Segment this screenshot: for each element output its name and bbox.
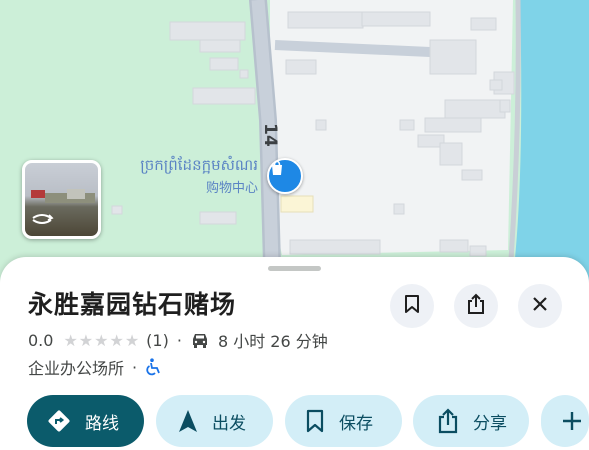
rotate-360-icon (32, 214, 54, 224)
poi-label-chinese[interactable]: 购物中心 (206, 177, 258, 196)
save-bookmark-button[interactable] (390, 284, 434, 328)
directions-button[interactable]: 路线 (27, 395, 144, 447)
bookmark-icon (403, 294, 421, 318)
drag-handle[interactable] (268, 266, 321, 271)
review-count[interactable]: (1) (146, 331, 169, 350)
star-rating-icon: ★★★★★ (63, 330, 141, 350)
save-button[interactable]: 保存 (285, 395, 402, 447)
road-number-label: 14 (259, 123, 280, 147)
share-icon (437, 408, 459, 434)
wheelchair-accessible-icon (145, 358, 161, 376)
share-icon (466, 293, 486, 319)
car-icon (190, 332, 210, 348)
place-title: 永胜嘉园钻石赌场 (28, 290, 237, 319)
drive-time: 8 小时 26 分钟 (217, 332, 328, 351)
separator-dot: · (176, 330, 182, 350)
share-button[interactable] (454, 284, 498, 328)
directions-icon (47, 409, 71, 433)
close-button[interactable] (518, 284, 562, 328)
bookmark-icon (305, 409, 325, 433)
map-canvas (0, 0, 589, 300)
separator-dot: · (132, 357, 138, 377)
street-view-thumbnail[interactable] (22, 160, 101, 239)
share-action-button[interactable]: 分享 (413, 395, 529, 447)
category-row: 企业办公场所 · (28, 355, 161, 379)
shopping-bag-icon[interactable] (267, 158, 303, 194)
navigation-arrow-icon (178, 409, 198, 433)
rating-row: 0.0 ★★★★★ (1) · 8 小时 26 分钟 (28, 328, 328, 352)
category-label: 企业办公场所 (28, 359, 125, 378)
map-view[interactable]: 14 ច្រកព្រំដែនក្អមសំណរ 购物中心 (0, 0, 589, 300)
place-details-sheet[interactable]: 永胜嘉园钻石赌场 0.0 ★★★★★ (1) · 8 小时 26 分钟 企业办公… (0, 257, 589, 450)
poi-label-khmer[interactable]: ច្រកព្រំដែនក្អមសំណរ (140, 155, 258, 175)
share-label: 分享 (473, 413, 507, 434)
more-actions-button[interactable] (541, 395, 589, 447)
start-navigation-button[interactable]: 出发 (156, 395, 273, 447)
save-label: 保存 (339, 413, 373, 434)
plus-icon (561, 410, 583, 432)
rating-value: 0.0 (28, 330, 54, 350)
directions-label: 路线 (85, 413, 119, 434)
start-label: 出发 (212, 413, 246, 434)
close-icon (532, 296, 548, 316)
